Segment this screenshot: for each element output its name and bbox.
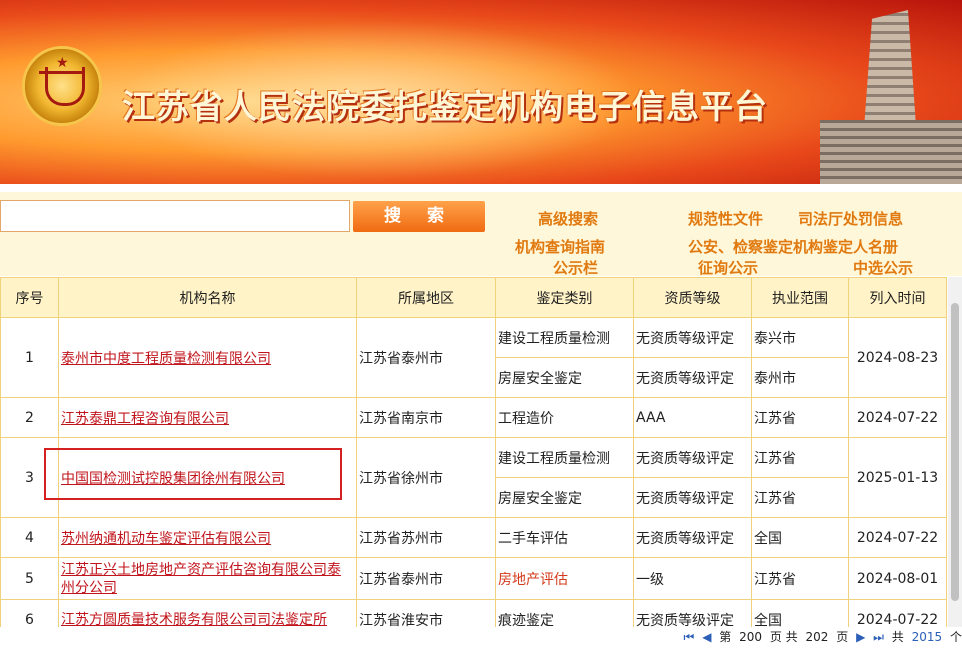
table-row: 2 江苏泰鼎工程咨询有限公司 江苏省南京市 工程造价 AAA 江苏省 2024-…: [0, 397, 947, 438]
institution-name-link[interactable]: 泰州市中度工程质量检测有限公司: [61, 351, 271, 367]
search-input[interactable]: [0, 200, 350, 232]
pagination-page-unit: 页 共: [769, 630, 798, 644]
penalty-info-link[interactable]: 司法厅处罚信息: [798, 208, 903, 229]
region-cell: 江苏省南京市: [356, 397, 496, 438]
total-label: 共: [891, 630, 904, 644]
scope-cell: 全国: [751, 517, 849, 558]
grade-cell: 无资质等级评定: [633, 599, 752, 627]
row-number: 2: [0, 397, 59, 438]
category-cell: 工程造价: [495, 397, 634, 438]
column-header-name: 机构名称: [58, 277, 357, 318]
date-cell: 2024-08-23: [848, 317, 947, 398]
grade-cell: 无资质等级评定: [633, 357, 752, 398]
category-cell: 二手车评估: [495, 517, 634, 558]
scope-cell: 江苏省: [751, 437, 849, 478]
table-row: 1 泰州市中度工程质量检测有限公司 江苏省泰州市 建设工程质量检测 无资质等级评…: [0, 317, 947, 398]
date-cell: 2024-07-22: [848, 397, 947, 438]
institution-name-link[interactable]: 江苏方圆质量技术服务有限公司司法鉴定所: [61, 612, 327, 628]
count-unit: 个: [949, 630, 962, 644]
query-guide-link[interactable]: 机构查询指南: [515, 236, 605, 257]
column-header-no: 序号: [0, 277, 59, 318]
category-cell: 建设工程质量检测: [495, 437, 634, 478]
column-header-scope: 执业范围: [751, 277, 849, 318]
category-cell: 房屋安全鉴定: [495, 477, 634, 518]
grade-cell: 一级: [633, 557, 752, 600]
first-page-icon[interactable]: ⏮: [684, 630, 695, 645]
site-title: 江苏省人民法院委托鉴定机构电子信息平台: [122, 87, 768, 126]
court-emblem-icon: ★: [22, 46, 102, 126]
table-scrollbar[interactable]: [948, 277, 962, 627]
institution-name-link[interactable]: 江苏正兴土地房地产资产评估咨询有限公司泰州分公司: [61, 562, 341, 596]
category-cell: 房屋安全鉴定: [495, 357, 634, 398]
total-pages: 202: [805, 630, 829, 644]
region-cell: 江苏省苏州市: [356, 517, 496, 558]
next-page-icon[interactable]: ▶: [856, 630, 865, 644]
grade-cell: 无资质等级评定: [633, 517, 752, 558]
total-count: 2015: [911, 630, 943, 644]
search-button[interactable]: 搜 索: [353, 201, 485, 232]
date-cell: 2024-07-22: [848, 599, 947, 627]
institution-name-link[interactable]: 江苏泰鼎工程咨询有限公司: [61, 411, 229, 427]
category-cell: 建设工程质量检测: [495, 317, 634, 358]
grade-cell: 无资质等级评定: [633, 437, 752, 478]
highlight-box: [44, 448, 342, 500]
advanced-search-link[interactable]: 高级搜索: [538, 208, 598, 229]
pagination-prefix: 第: [719, 630, 732, 644]
category-cell: 痕迹鉴定: [495, 599, 634, 627]
pagination: ⏮ ◀ 第 200 页 共 202 页 ▶ ⏭ 共 2015 个: [680, 628, 962, 648]
search-area: 搜 索 高级搜索 规范性文件 司法厅处罚信息 机构查询指南 公安、检察鉴定机构鉴…: [0, 192, 962, 278]
region-cell: 江苏省泰州市: [356, 317, 496, 398]
bulletin-board-link[interactable]: 公示栏: [553, 257, 598, 278]
emblem-scale-icon: [45, 67, 85, 106]
table-row: 4 苏州纳通机动车鉴定评估有限公司 江苏省苏州市 二手车评估 无资质等级评定 全…: [0, 517, 947, 558]
row-number: 4: [0, 517, 59, 558]
grade-cell: 无资质等级评定: [633, 317, 752, 358]
consultation-notice-link[interactable]: 征询公示: [698, 257, 758, 278]
scope-cell: 江苏省: [751, 397, 849, 438]
last-page-icon[interactable]: ⏭: [873, 630, 884, 645]
grade-cell: 无资质等级评定: [633, 477, 752, 518]
police-roster-link[interactable]: 公安、检察鉴定机构鉴定人名册: [688, 236, 898, 257]
table-header-row: 序号 机构名称 所属地区 鉴定类别 资质等级 执业范围 列入时间: [0, 277, 947, 318]
court-building-image: [820, 0, 962, 184]
row-number: 1: [0, 317, 59, 398]
current-page: 200: [739, 630, 762, 644]
site-banner: ★ 江苏省人民法院委托鉴定机构电子信息平台: [0, 0, 962, 184]
prev-page-icon[interactable]: ◀: [702, 630, 711, 644]
scrollbar-thumb[interactable]: [951, 303, 959, 601]
date-cell: 2025-01-13: [848, 437, 947, 518]
grade-cell: AAA: [633, 397, 752, 438]
category-cell: 房地产评估: [495, 557, 634, 600]
normative-documents-link[interactable]: 规范性文件: [688, 208, 763, 229]
column-header-grade: 资质等级: [633, 277, 752, 318]
institution-name-link[interactable]: 苏州纳通机动车鉴定评估有限公司: [61, 531, 271, 547]
pagination-suffix: 页: [836, 630, 849, 644]
column-header-region: 所属地区: [356, 277, 496, 318]
column-header-date: 列入时间: [848, 277, 947, 318]
row-number: 6: [0, 599, 59, 627]
table-row: 6 江苏方圆质量技术服务有限公司司法鉴定所 江苏省淮安市 痕迹鉴定 无资质等级评…: [0, 599, 947, 628]
date-cell: 2024-07-22: [848, 517, 947, 558]
scope-cell: 江苏省: [751, 477, 849, 518]
building-wing: [820, 120, 962, 184]
region-cell: 江苏省泰州市: [356, 557, 496, 600]
date-cell: 2024-08-01: [848, 557, 947, 600]
scope-cell: 泰兴市: [751, 317, 849, 358]
selection-notice-link[interactable]: 中选公示: [853, 257, 913, 278]
column-header-category: 鉴定类别: [495, 277, 634, 318]
region-cell: 江苏省淮安市: [356, 599, 496, 627]
scope-cell: 江苏省: [751, 557, 849, 600]
scope-cell: 全国: [751, 599, 849, 627]
scope-cell: 泰州市: [751, 357, 849, 398]
row-number: 5: [0, 557, 59, 600]
table-row: 5 江苏正兴土地房地产资产评估咨询有限公司泰州分公司 江苏省泰州市 房地产评估 …: [0, 557, 947, 600]
region-cell: 江苏省徐州市: [356, 437, 496, 518]
